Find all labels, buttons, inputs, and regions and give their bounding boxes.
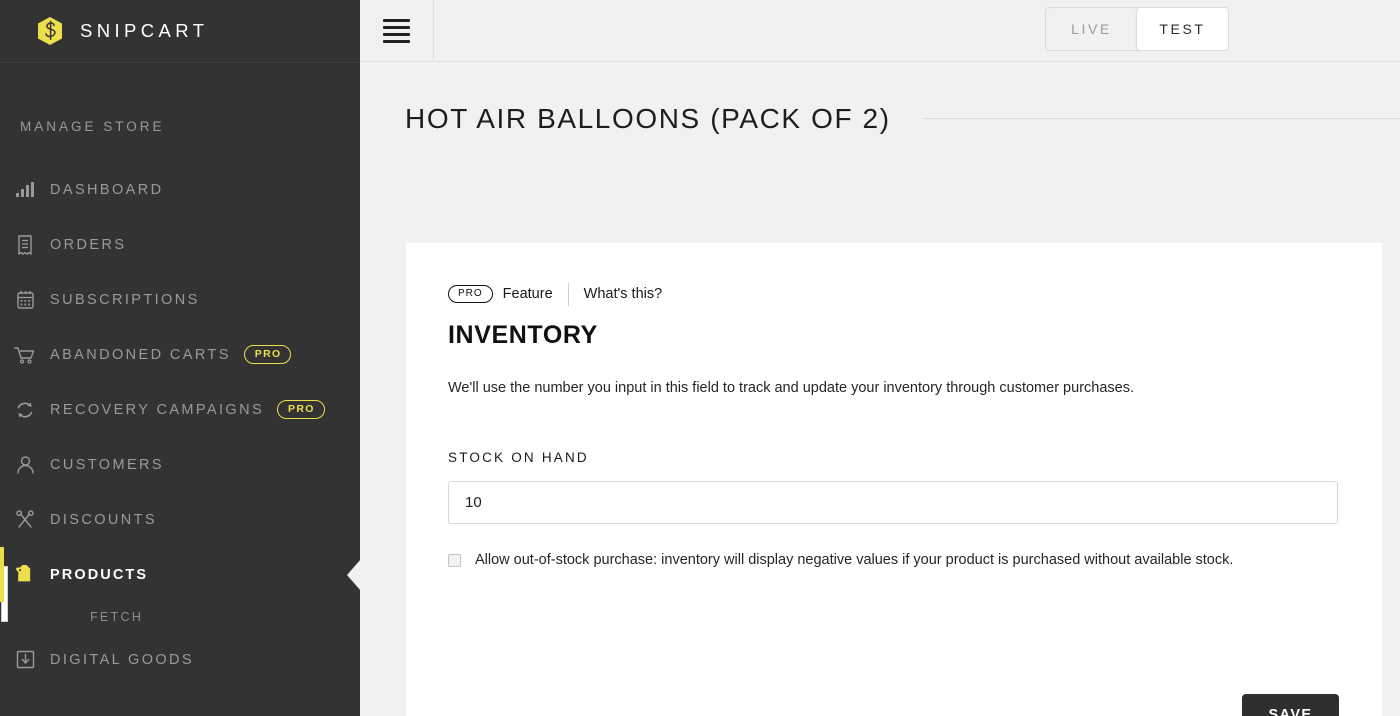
allow-out-of-stock-row: Allow out-of-stock purchase: inventory w…	[448, 552, 1382, 568]
section-title: INVENTORY	[448, 321, 598, 349]
allow-out-of-stock-checkbox[interactable]	[448, 553, 461, 567]
env-option-test[interactable]: TEST	[1136, 8, 1228, 50]
pro-badge: PRO	[277, 400, 325, 419]
page-header: HOT AIR BALLOONS (PACK OF 2)	[360, 62, 1400, 167]
env-option-live[interactable]: LIVE	[1046, 8, 1137, 50]
save-button[interactable]: SAVE	[1242, 694, 1339, 716]
pro-badge: PRO	[243, 345, 292, 364]
pro-badge: PRO	[448, 285, 493, 303]
active-item-pointer-icon	[347, 558, 360, 591]
sidebar-item-dashboard[interactable]: DASHBOARD	[0, 162, 360, 217]
download-box-icon	[14, 649, 36, 671]
sidebar-item-label: DISCOUNTS	[50, 511, 157, 528]
brand-name: SNIPCART	[80, 20, 209, 41]
sidebar-subitem-label: FETCH	[90, 610, 144, 624]
receipt-icon	[14, 234, 36, 256]
sidebar-item-label: ABANDONED CARTS	[50, 346, 231, 363]
main-content: HOT AIR BALLOONS (PACK OF 2) PRO Feature…	[360, 62, 1400, 716]
sidebar-item-orders[interactable]: ORDERS	[0, 217, 360, 272]
snipcart-hexagon-logo-icon	[36, 16, 64, 46]
sidebar: SNIPCART MANAGE STORE DASHBOARD ORDERS S…	[0, 0, 360, 716]
user-icon	[14, 454, 36, 476]
sidebar-item-customers[interactable]: CUSTOMERS	[0, 437, 360, 492]
menu-toggle-button[interactable]	[360, 0, 434, 62]
section-description: We'll use the number you input in this f…	[448, 380, 1134, 396]
title-divider	[922, 118, 1400, 119]
calendar-icon	[14, 289, 36, 311]
environment-toggle: LIVE TEST	[1045, 7, 1229, 51]
vertical-divider	[567, 282, 569, 306]
topbar: LIVE TEST	[360, 0, 1400, 62]
brand-header[interactable]: SNIPCART	[0, 0, 360, 63]
feature-label: Feature	[502, 286, 553, 302]
sidebar-section-label: MANAGE STORE	[20, 119, 165, 134]
sidebar-item-abandoned-carts[interactable]: ABANDONED CARTS PRO	[0, 327, 360, 382]
sidebar-item-digital-goods[interactable]: DIGITAL GOODS	[0, 632, 360, 687]
admin-app: SNIPCART MANAGE STORE DASHBOARD ORDERS S…	[0, 0, 1400, 716]
inventory-card: PRO Feature What's this? INVENTORY We'll…	[406, 243, 1382, 716]
pro-feature-row: PRO Feature What's this?	[406, 243, 1382, 306]
bar-chart-icon	[14, 179, 36, 201]
sidebar-item-label: DASHBOARD	[50, 181, 164, 198]
sidebar-item-label: SUBSCRIPTIONS	[50, 291, 200, 308]
sidebar-subitem-fetch[interactable]: FETCH	[0, 602, 360, 632]
sidebar-item-products[interactable]: PRODUCTS	[0, 547, 360, 602]
sidebar-item-subscriptions[interactable]: SUBSCRIPTIONS	[0, 272, 360, 327]
refresh-icon	[14, 399, 36, 421]
sidebar-item-recovery-campaigns[interactable]: RECOVERY CAMPAIGNS PRO	[0, 382, 360, 437]
sidebar-nav-list: DASHBOARD ORDERS SUBSCRIPTIONS ABANDONED…	[0, 162, 360, 687]
sidebar-item-label: CUSTOMERS	[50, 456, 164, 473]
sidebar-item-label: DIGITAL GOODS	[50, 651, 194, 668]
sidebar-item-label: ORDERS	[50, 236, 127, 253]
scissors-icon	[14, 509, 36, 531]
page-title: HOT AIR BALLOONS (PACK OF 2)	[405, 102, 891, 134]
sidebar-item-label: PRODUCTS	[50, 566, 149, 583]
shopping-cart-icon	[14, 344, 36, 366]
tag-icon	[14, 564, 36, 586]
allow-out-of-stock-label: Allow out-of-stock purchase: inventory w…	[475, 552, 1234, 568]
sidebar-item-discounts[interactable]: DISCOUNTS	[0, 492, 360, 547]
whats-this-link[interactable]: What's this?	[584, 286, 663, 302]
hamburger-menu-icon	[383, 18, 410, 44]
sidebar-item-label: RECOVERY CAMPAIGNS	[50, 401, 265, 418]
stock-on-hand-label: STOCK ON HAND	[448, 450, 589, 465]
stock-on-hand-input[interactable]	[448, 481, 1338, 524]
